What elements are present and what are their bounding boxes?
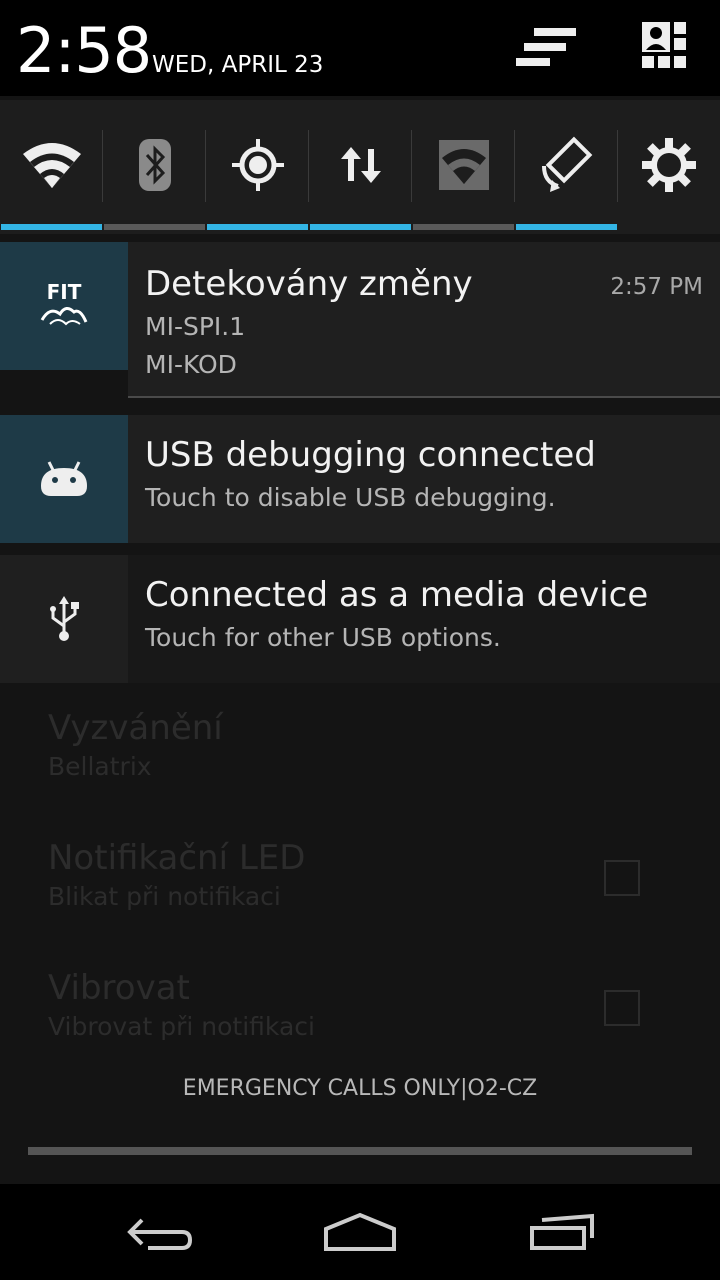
clear-all-notifications-button[interactable] bbox=[510, 18, 580, 80]
settings-gear-icon bbox=[642, 138, 696, 192]
bg-setting-subtitle: Vibrovat při notifikaci bbox=[48, 1012, 315, 1041]
android-icon bbox=[41, 461, 87, 496]
auto-rotate-state-bar bbox=[516, 224, 617, 230]
notification-icon-box bbox=[0, 415, 128, 543]
notification-title: Connected as a media device bbox=[145, 575, 649, 615]
hotspot-icon bbox=[438, 140, 489, 190]
notification-title: Detekovány změny bbox=[145, 264, 473, 304]
date: WED, APRIL 23 bbox=[152, 52, 324, 78]
bg-led-checkbox bbox=[604, 860, 640, 896]
settings-button[interactable] bbox=[618, 100, 720, 230]
notification-line-2: MI-KOD bbox=[145, 350, 237, 379]
quick-settings-toggle-button[interactable] bbox=[632, 18, 702, 80]
mobile-data-toggle[interactable] bbox=[309, 100, 412, 230]
navigation-bar bbox=[0, 1184, 720, 1280]
notification-text: Touch to disable USB debugging. bbox=[145, 483, 556, 512]
back-icon bbox=[127, 1218, 193, 1250]
bg-setting-led: Notifikační LED Blikat při notifikaci bbox=[48, 838, 305, 911]
fit-logo-text: FIT bbox=[46, 280, 82, 304]
auto-rotate-toggle[interactable] bbox=[515, 100, 618, 230]
wifi-state-bar bbox=[1, 224, 102, 230]
hotspot-toggle[interactable] bbox=[412, 100, 515, 230]
bg-setting-ringtone: Vyzvánění Bellatrix bbox=[48, 708, 223, 781]
bg-setting-subtitle: Bellatrix bbox=[48, 752, 152, 781]
notification-header: 2:58 WED, APRIL 23 bbox=[0, 0, 720, 96]
hotspot-state-bar bbox=[413, 224, 514, 230]
bg-setting-title: Vibrovat bbox=[48, 968, 190, 1008]
home-button[interactable] bbox=[315, 1206, 405, 1258]
location-state-bar bbox=[207, 224, 308, 230]
carrier-label: EMERGENCY CALLS ONLY|O2-CZ bbox=[182, 1076, 538, 1101]
location-toggle[interactable] bbox=[206, 100, 309, 230]
notification-media-device[interactable]: Connected as a media device Touch for ot… bbox=[0, 555, 720, 683]
fit-logo-icon: FIT bbox=[40, 282, 88, 330]
notification-time: 2:57 PM bbox=[610, 274, 703, 300]
wifi-toggle[interactable] bbox=[0, 100, 103, 230]
bluetooth-icon bbox=[138, 139, 171, 191]
auto-rotate-icon bbox=[541, 136, 592, 192]
wifi-icon bbox=[22, 143, 81, 188]
bluetooth-state-bar bbox=[104, 224, 205, 230]
bg-setting-title: Notifikační LED bbox=[48, 838, 306, 878]
bg-setting-vibrate: Vibrovat Vibrovat při notifikaci bbox=[48, 968, 315, 1041]
recent-apps-button[interactable] bbox=[517, 1206, 607, 1258]
notification-text: Touch for other USB options. bbox=[145, 623, 501, 652]
notification-content: USB debugging connected Touch to disable… bbox=[128, 415, 720, 543]
quick-settings-grid-icon bbox=[642, 22, 686, 68]
notification-content: Connected as a media device Touch for ot… bbox=[128, 555, 720, 683]
notification-line-1: MI-SPI.1 bbox=[145, 312, 246, 341]
quick-settings-bar bbox=[0, 100, 720, 234]
notification-title: USB debugging connected bbox=[145, 435, 596, 475]
shade-drag-handle[interactable] bbox=[28, 1147, 692, 1155]
recent-apps-icon bbox=[530, 1213, 594, 1250]
clear-all-icon bbox=[516, 28, 576, 66]
clock: 2:58 bbox=[16, 14, 152, 87]
usb-icon bbox=[50, 596, 79, 641]
location-icon bbox=[231, 139, 284, 191]
notification-icon-box: FIT bbox=[0, 242, 128, 370]
notification-fit[interactable]: FIT Detekovány změny 2:57 PM MI-SPI.1 MI… bbox=[0, 242, 720, 398]
bluetooth-toggle[interactable] bbox=[103, 100, 206, 230]
back-button[interactable] bbox=[115, 1206, 205, 1258]
notification-icon-box bbox=[0, 555, 128, 683]
bg-vibrate-checkbox bbox=[604, 990, 640, 1026]
data-transfer-icon bbox=[340, 147, 381, 183]
mobile-data-state-bar bbox=[310, 224, 411, 230]
bg-setting-title: Vyzvánění bbox=[48, 708, 223, 748]
home-icon bbox=[324, 1212, 396, 1251]
bg-setting-subtitle: Blikat při notifikaci bbox=[48, 882, 281, 911]
notification-content: Detekovány změny 2:57 PM MI-SPI.1 MI-KOD bbox=[128, 242, 720, 398]
notification-usb-debugging[interactable]: USB debugging connected Touch to disable… bbox=[0, 415, 720, 543]
